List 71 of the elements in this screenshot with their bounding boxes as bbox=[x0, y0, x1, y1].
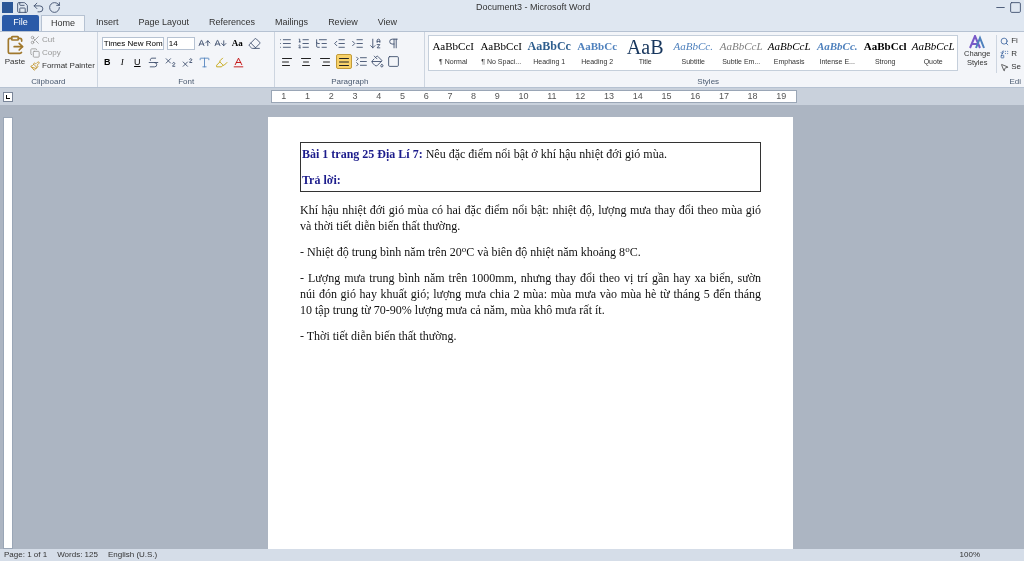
editing-button[interactable]: Fi bbox=[1000, 35, 1021, 47]
styles-icon bbox=[968, 35, 987, 49]
group-label: Styles bbox=[696, 77, 721, 87]
bold-button[interactable]: B bbox=[101, 55, 113, 69]
text-effects-icon[interactable] bbox=[197, 55, 211, 69]
font-name-field[interactable]: Times New Rom bbox=[101, 37, 164, 51]
group-label: Edi bbox=[1009, 77, 1021, 87]
strikethrough-icon[interactable] bbox=[146, 55, 160, 69]
change-case-button[interactable]: Aa bbox=[229, 37, 245, 51]
decrease-indent-icon[interactable] bbox=[333, 37, 347, 50]
file-tab[interactable]: File bbox=[2, 15, 39, 31]
ribbon-tab[interactable]: Page Layout bbox=[129, 15, 199, 31]
align-icon bbox=[319, 55, 332, 68]
redo-icon[interactable] bbox=[48, 0, 61, 14]
search-icon bbox=[1000, 36, 1010, 46]
maximize-icon[interactable] bbox=[1009, 0, 1022, 14]
format-painter-button[interactable]: Format Painter bbox=[30, 60, 95, 72]
window-title: Document3 - Microsoft Word bbox=[476, 1, 591, 14]
align-icon bbox=[338, 55, 351, 68]
scissors-icon bbox=[30, 35, 40, 45]
box-paragraph: Trả lời: bbox=[302, 172, 342, 188]
italic-button[interactable]: I bbox=[116, 55, 128, 69]
font-color-icon[interactable] bbox=[231, 55, 245, 69]
bullets-icon[interactable] bbox=[279, 37, 293, 50]
language-indicator[interactable]: English (U.S.) bbox=[107, 549, 158, 561]
show-marks-icon[interactable] bbox=[387, 37, 401, 50]
shading-icon[interactable] bbox=[371, 55, 385, 68]
page-count[interactable]: Page: 1 of 1 bbox=[4, 549, 48, 561]
sort-icon[interactable] bbox=[369, 37, 383, 50]
group-label: Paragraph bbox=[330, 77, 370, 87]
ribbon-tab[interactable]: References bbox=[200, 15, 265, 31]
editing-button[interactable]: Se bbox=[1000, 61, 1021, 73]
align-button[interactable] bbox=[336, 54, 353, 69]
body-paragraph: - Thời tiết diễn biến thất thường. bbox=[300, 328, 458, 344]
superscript-icon[interactable] bbox=[180, 55, 194, 69]
app-logo-icon bbox=[2, 1, 13, 13]
body-paragraph: - Nhiệt độ trung bình năm trên 20$^{o}$C và biên độ nhiệt năm khoảng 8$^{o}$C. bbox=[300, 244, 642, 260]
ribbon-tab[interactable]: View bbox=[368, 15, 406, 31]
borders-icon[interactable] bbox=[387, 55, 401, 68]
underline-button[interactable]: U bbox=[131, 55, 143, 69]
paintbrush-icon bbox=[30, 61, 40, 71]
group-label: Clipboard bbox=[30, 77, 67, 87]
clipboard-icon bbox=[5, 34, 25, 56]
font-size-field[interactable]: 14 bbox=[166, 37, 195, 51]
ribbon-tab[interactable]: Review bbox=[319, 15, 367, 31]
body-paragraph: Khí hậu nhiệt đới gió mùa có hai đặc điểm nổi bật: nhiệt độ, lượng mưa thay đổi theo mùa gió và thời tiết diễn biến thất thường. bbox=[300, 202, 761, 234]
increase-indent-icon[interactable] bbox=[351, 37, 365, 50]
align-icon bbox=[281, 55, 294, 68]
ribbon-tab[interactable]: Home bbox=[41, 15, 85, 31]
zoom-level[interactable]: 100% bbox=[959, 549, 980, 561]
paste-button[interactable]: Paste bbox=[0, 34, 30, 77]
replace-icon bbox=[1000, 49, 1010, 59]
clear-formatting-icon[interactable] bbox=[247, 37, 261, 51]
save-icon[interactable] bbox=[16, 0, 29, 14]
tab-selector-icon[interactable] bbox=[3, 91, 13, 102]
numbering-icon[interactable] bbox=[297, 37, 311, 50]
undo-icon[interactable] bbox=[32, 0, 45, 14]
pointer-icon bbox=[1000, 62, 1010, 72]
box-paragraph: Bài 1 trang 25 Địa Lí 7: Nêu đặc điểm nổi bật ở khí hậu nhiệt đới gió mùa. bbox=[302, 146, 668, 162]
ribbon-tab[interactable]: Mailings bbox=[266, 15, 318, 31]
subscript-icon[interactable] bbox=[163, 55, 177, 69]
line-spacing-icon[interactable] bbox=[355, 55, 369, 68]
word-count[interactable]: Words: 125 bbox=[57, 549, 98, 561]
group-label: Font bbox=[177, 77, 196, 87]
multilevel-list-icon[interactable] bbox=[315, 37, 329, 50]
editing-button[interactable]: R bbox=[1000, 48, 1021, 60]
align-icon bbox=[300, 55, 313, 68]
ribbon-tab[interactable]: Insert bbox=[87, 15, 128, 31]
body-paragraph: - Lượng mưa trung bình năm trên 1000mm, nhưng thay đổi theo vị trí gần hay xa biển, sườn núi đón gió hay khuất gió; lượng mưa chia 2 mùa: mùa mưa vào mùa hè từ tháng 5 đến tháng 10 tập trung từ 70-90% lượng mưa cả năm, mùa khô mưa rất ít. bbox=[300, 270, 761, 318]
copy-icon bbox=[30, 48, 40, 58]
horizontal-ruler[interactable]: 1 1 2 3 4 5 6 7 8 9 10 11 12 13 14 15 16 17 18 19 bbox=[271, 90, 797, 103]
